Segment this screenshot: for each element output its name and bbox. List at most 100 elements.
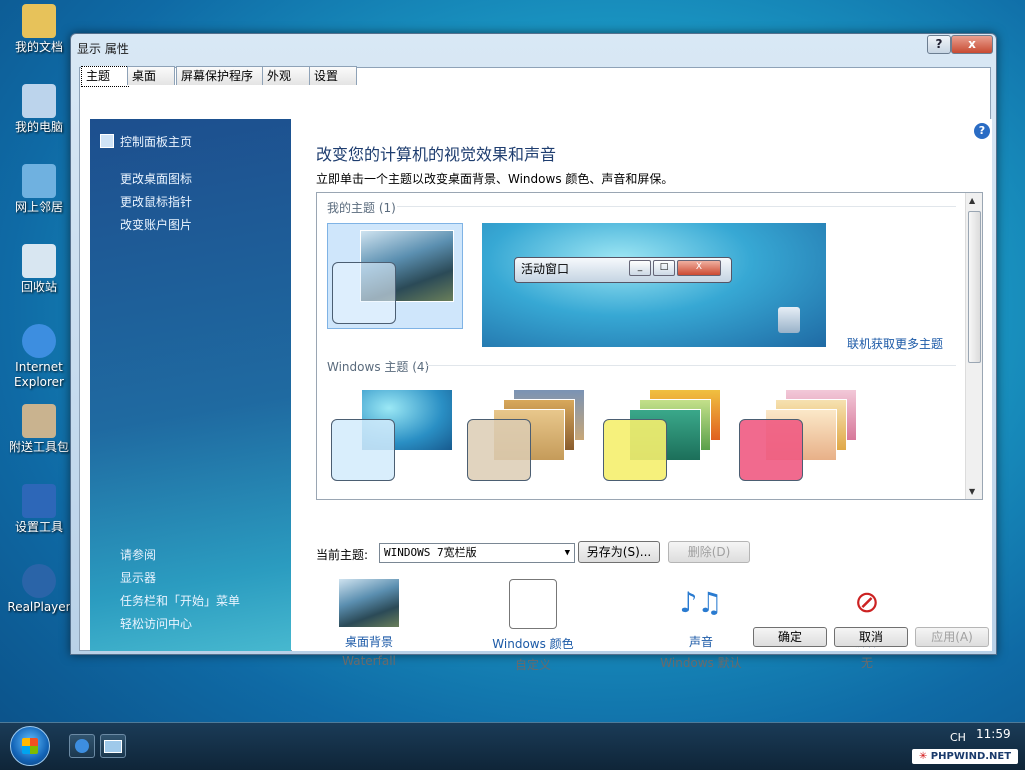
minimize-icon: _: [629, 260, 651, 276]
desktop-icon-label: RealPlayer: [7, 600, 71, 614]
windows-color-setting[interactable]: Windows 颜色 自定义: [478, 579, 588, 673]
sidebar-see-also: 请参阅: [120, 548, 157, 562]
taskbar: CH 11:59 ✳ PHPWIND.NET: [0, 722, 1025, 770]
page-subtitle: 立即单击一个主题以改变桌面背景、Windows 颜色、声音和屏保。: [316, 172, 674, 186]
desktop-icon-realplayer[interactable]: RealPlayer: [4, 564, 74, 615]
help-icon: ?: [935, 37, 943, 51]
desktop-icon-my-documents[interactable]: 我的文档: [4, 4, 74, 55]
desktop-icon-label: 网上邻居: [14, 200, 63, 214]
current-theme-label: 当前主题:: [316, 548, 369, 562]
sidebar: 控制面板主页 更改桌面图标 更改鼠标指针 改变账户图片 请参阅 显示器 任务栏和…: [90, 119, 291, 651]
sidebar-item-display[interactable]: 显示器: [120, 569, 156, 586]
theme-tile-my-theme[interactable]: [327, 223, 463, 329]
tab-appearance[interactable]: 外观: [262, 66, 310, 85]
desktop-background-setting[interactable]: 桌面背景 Waterfall: [314, 579, 424, 668]
sidebar-item-ease-of-access[interactable]: 轻松访问中心: [120, 615, 192, 632]
scroll-down-icon[interactable]: ▼: [969, 487, 975, 496]
theme-preview: 活动窗口 _ □ X: [482, 223, 826, 347]
scrollbar-thumb[interactable]: [968, 211, 981, 363]
current-theme-value: WINDOWS 7宽栏版: [384, 546, 477, 559]
internet-explorer-icon: [75, 739, 89, 753]
setting-caption: 声音: [688, 635, 713, 649]
close-button[interactable]: x: [951, 35, 993, 54]
tab-themes[interactable]: 主题: [81, 66, 129, 87]
settings-tool-icon: [22, 484, 56, 518]
window-title: 显示 属性: [77, 42, 129, 56]
apply-button[interactable]: 应用(A): [915, 627, 989, 647]
maximize-icon: □: [653, 260, 675, 276]
setting-value: Windows 默认: [660, 656, 742, 670]
color-swatch-icon: [509, 579, 557, 629]
dialog-frame: 控制面板主页 更改桌面图标 更改鼠标指针 改变账户图片 请参阅 显示器 任务栏和…: [79, 67, 992, 672]
recycle-bin-icon: [22, 244, 56, 278]
page-title: 改变您的计算机的视觉效果和声音: [316, 145, 557, 164]
internet-explorer-icon: [22, 324, 56, 358]
help-icon[interactable]: ?: [974, 123, 990, 139]
setting-value: 无: [860, 656, 873, 670]
cancel-button[interactable]: 取消: [834, 627, 908, 647]
scroll-up-icon[interactable]: ▲: [969, 196, 975, 205]
taskbar-internet-explorer[interactable]: [69, 734, 95, 758]
recycle-bin-icon: [778, 307, 800, 333]
desktop-icon-internet-explorer[interactable]: Internet Explorer: [4, 324, 74, 390]
desktop-icon-network[interactable]: 网上邻居: [4, 164, 74, 215]
control-panel-icon: [100, 134, 114, 148]
current-theme-dropdown[interactable]: WINDOWS 7宽栏版 ▼: [379, 543, 575, 563]
my-themes-header: 我的主题 (1): [327, 201, 396, 215]
desktop-icon-recycle-bin[interactable]: 回收站: [4, 244, 74, 295]
clock[interactable]: 11:59: [976, 727, 1011, 741]
tab-settings[interactable]: 设置: [309, 66, 357, 85]
theme-list: 我的主题 (1) 活动窗口 _ □ X 联机获取更多主题 Windows 主题 …: [316, 192, 983, 500]
glass-color-swatch: [332, 262, 396, 324]
sound-setting[interactable]: ♪♫ 声音 Windows 默认: [646, 579, 756, 671]
screensaver-none-icon: ⊘: [854, 585, 880, 620]
screensaver-setting[interactable]: ⊘ 屏保 无: [812, 579, 922, 671]
windows-themes-header: Windows 主题 (4): [327, 360, 430, 374]
display-properties-window: 显示 属性 ? x 控制面板主页 更改桌面图标 更改鼠标指针 改变账户图片 请参…: [70, 33, 997, 672]
windows-logo-icon: [22, 738, 38, 754]
sidebar-item-control-panel-home[interactable]: 控制面板主页: [100, 133, 192, 150]
glass-color-swatch: [331, 419, 395, 481]
tab-screensaver[interactable]: 屏幕保护程序: [176, 66, 264, 85]
theme-tile-windows-7[interactable]: [331, 389, 455, 481]
close-icon: X: [677, 260, 721, 276]
desktop-icon-label: 我的文档: [14, 40, 63, 54]
close-icon: x: [968, 37, 976, 51]
delete-button[interactable]: 删除(D): [668, 541, 750, 563]
watermark: ✳ PHPWIND.NET: [912, 749, 1018, 764]
glass-color-swatch: [467, 419, 531, 481]
save-as-button[interactable]: 另存为(S)...: [578, 541, 660, 563]
theme-tile-landscapes[interactable]: [467, 389, 591, 481]
documents-folder-icon: [22, 4, 56, 38]
computer-icon: [22, 84, 56, 118]
setting-caption: 桌面背景: [344, 635, 393, 649]
sidebar-item-taskbar-start-menu[interactable]: 任务栏和「开始」菜单: [120, 592, 240, 609]
tab-desktop[interactable]: 桌面: [127, 66, 175, 85]
desktop-icon-label: 附送工具包: [8, 440, 69, 454]
theme-tile-architecture[interactable]: [603, 389, 727, 481]
get-more-themes-link[interactable]: 联机获取更多主题: [847, 335, 943, 352]
desktop-icon-label: 回收站: [20, 280, 57, 294]
desktop-icon-label: 设置工具: [14, 520, 63, 534]
help-button[interactable]: ?: [927, 35, 951, 54]
sidebar-item-change-account-picture[interactable]: 改变账户图片: [120, 216, 192, 233]
sidebar-item-label: 控制面板主页: [120, 135, 193, 149]
start-button[interactable]: [10, 726, 50, 766]
preview-active-window: 活动窗口 _ □ X: [514, 257, 732, 283]
sidebar-item-change-mouse-pointers[interactable]: 更改鼠标指针: [120, 193, 192, 210]
desktop-icon-toolkit[interactable]: 附送工具包: [4, 404, 74, 455]
divider: [427, 365, 956, 366]
theme-list-scrollbar[interactable]: ▲ ▼: [965, 193, 982, 499]
language-indicator[interactable]: CH: [950, 731, 966, 744]
divider: [397, 206, 956, 207]
show-desktop-icon: [104, 740, 122, 753]
desktop-icon-my-computer[interactable]: 我的电脑: [4, 84, 74, 135]
theme-tile-nature[interactable]: [739, 389, 863, 481]
watermark-text: PHPWIND.NET: [930, 751, 1012, 762]
taskbar-show-desktop[interactable]: [100, 734, 126, 758]
setting-value: 自定义: [514, 658, 551, 672]
ok-button[interactable]: 确定: [753, 627, 827, 647]
desktop-icon-settings-tool[interactable]: 设置工具: [4, 484, 74, 535]
sidebar-item-change-desktop-icons[interactable]: 更改桌面图标: [120, 170, 192, 187]
glass-color-swatch: [603, 419, 667, 481]
